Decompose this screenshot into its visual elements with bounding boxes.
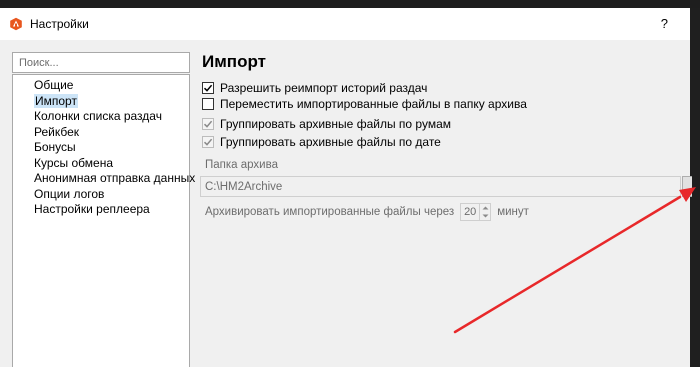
sidebar-item-rakeback[interactable]: Рейкбек [13,125,189,141]
sidebar-item-import[interactable]: Импорт [13,93,189,110]
chevron-down-icon[interactable] [482,214,489,218]
sidebar-item-label: Импорт [34,93,78,108]
help-button[interactable]: ? [661,16,668,31]
group-by-room-checkbox[interactable] [202,118,214,130]
sidebar-item-label: Анонимная отправка данных [34,171,196,185]
archive-interval-stepper[interactable]: 20 [460,203,492,221]
checkmark-icon [203,120,213,128]
checkbox-label: Разрешить реимпорт историй раздач [220,81,428,95]
sidebar-item-general[interactable]: Общие [13,78,189,94]
window-title: Настройки [30,17,89,31]
group-by-date-checkbox[interactable] [202,136,214,148]
move-to-archive-checkbox-row[interactable]: Переместить импортированные файлы в папк… [202,96,527,112]
sidebar-item-label: Колонки списка раздач [34,109,162,123]
move-to-archive-checkbox[interactable] [202,98,214,110]
checkbox-label: Группировать архивные файлы по дате [220,135,441,149]
sidebar-item-exchange-rates[interactable]: Курсы обмена [13,156,189,172]
archive-folder-label: Папка архива [205,159,278,171]
sidebar-item-label: Настройки реплеера [34,202,150,216]
page-title: Импорт [202,52,266,71]
checkbox-label: Группировать архивные файлы по румам [220,117,451,131]
desktop-background-strip [0,0,700,8]
settings-search-input[interactable] [12,52,190,73]
sidebar-item-label: Опции логов [34,186,105,201]
group-by-date-checkbox-row[interactable]: Группировать архивные файлы по дате [202,134,441,150]
sidebar-item-label: Рейкбек [34,124,80,139]
archive-path-input[interactable] [200,176,681,197]
group-by-room-checkbox-row[interactable]: Группировать архивные файлы по румам [202,116,451,132]
checkmark-icon [203,84,213,92]
archive-interval-value[interactable]: 20 [460,203,481,221]
sidebar-item-anonymous-data[interactable]: Анонимная отправка данных [13,171,195,187]
chevron-up-icon[interactable] [482,206,489,210]
checkbox-label: Переместить импортированные файлы в папк… [220,97,527,111]
sidebar-item-log-options[interactable]: Опции логов [13,187,189,203]
sidebar-item-label: Бонусы [34,140,76,154]
hm2-logo-icon [9,17,23,31]
sidebar-item-replayer-settings[interactable]: Настройки реплеера [13,202,189,218]
checkmark-icon [203,138,213,146]
allow-reimport-checkbox-row[interactable]: Разрешить реимпорт историй раздач [202,80,427,96]
title-bar: Настройки ? [0,8,690,40]
archive-interval-row: Архивировать импортированные файлы через… [205,203,529,221]
settings-category-tree: Общие Импорт Колонки списка раздач Рейкб… [12,74,195,367]
archive-interval-unit: минут [497,206,529,218]
sidebar-item-label: Общие [34,78,74,92]
allow-reimport-checkbox[interactable] [202,82,214,94]
sidebar-item-hand-list-columns[interactable]: Колонки списка раздач [13,109,189,125]
stepper-buttons[interactable] [480,203,492,221]
browse-folder-button[interactable] [682,176,692,197]
archive-interval-label: Архивировать импортированные файлы через [205,206,455,218]
sidebar-item-label: Курсы обмена [34,155,113,170]
sidebar-item-bonuses[interactable]: Бонусы [13,140,189,156]
